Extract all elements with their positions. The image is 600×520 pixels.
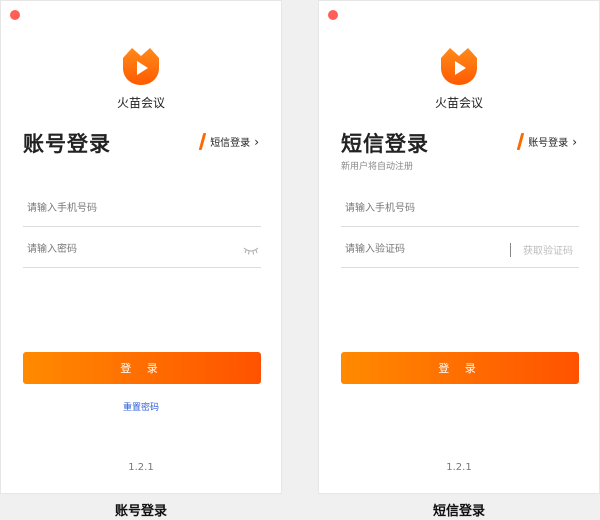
accent-slash [198, 133, 207, 150]
phone-field [23, 191, 261, 227]
sms-login-window: 火苗会议 短信登录 新用户将自动注册 账号登录 › 获取验证码 登 录 1.2.… [318, 0, 600, 494]
app-logo [319, 44, 599, 90]
login-button[interactable]: 登 录 [23, 352, 261, 384]
phone-field [341, 191, 579, 227]
flame-play-logo-icon [441, 48, 477, 85]
text-cursor [510, 242, 511, 257]
account-login-window: 火苗会议 账号登录 短信登录 › 登 录 重置密码 1.2.1 [0, 0, 282, 494]
page-title: 账号登录 [23, 132, 111, 156]
caption-account-login: 账号登录 [114, 504, 167, 519]
caption-sms-login: 短信登录 [432, 504, 485, 519]
chevron-right-icon: › [254, 134, 259, 149]
accent-slash [516, 133, 525, 150]
page-title: 短信登录 [341, 132, 429, 156]
close-window-button[interactable] [10, 10, 20, 20]
get-code-button[interactable]: 获取验证码 [523, 242, 579, 257]
switch-label: 账号登录 [528, 138, 569, 149]
verification-code-input[interactable] [341, 232, 510, 267]
switch-label: 短信登录 [210, 138, 251, 149]
password-field [23, 232, 261, 268]
app-logo [1, 44, 281, 90]
phone-input[interactable] [23, 191, 261, 226]
phone-input[interactable] [341, 191, 579, 226]
login-button[interactable]: 登 录 [341, 352, 579, 384]
password-input[interactable] [23, 232, 243, 267]
switch-to-account-login[interactable]: 账号登录 › [516, 133, 577, 150]
auto-register-hint: 新用户将自动注册 [341, 162, 414, 172]
eye-closed-icon[interactable] [243, 245, 259, 255]
close-window-button[interactable] [328, 10, 338, 20]
version-label: 1.2.1 [446, 462, 472, 473]
version-label: 1.2.1 [128, 462, 154, 473]
switch-to-sms-login[interactable]: 短信登录 › [198, 133, 259, 150]
code-field: 获取验证码 [341, 232, 579, 268]
flame-play-logo-icon [123, 48, 159, 85]
chevron-right-icon: › [572, 134, 577, 149]
app-name: 火苗会议 [434, 96, 483, 110]
app-name: 火苗会议 [116, 96, 165, 110]
reset-password-link[interactable]: 重置密码 [1, 400, 281, 413]
